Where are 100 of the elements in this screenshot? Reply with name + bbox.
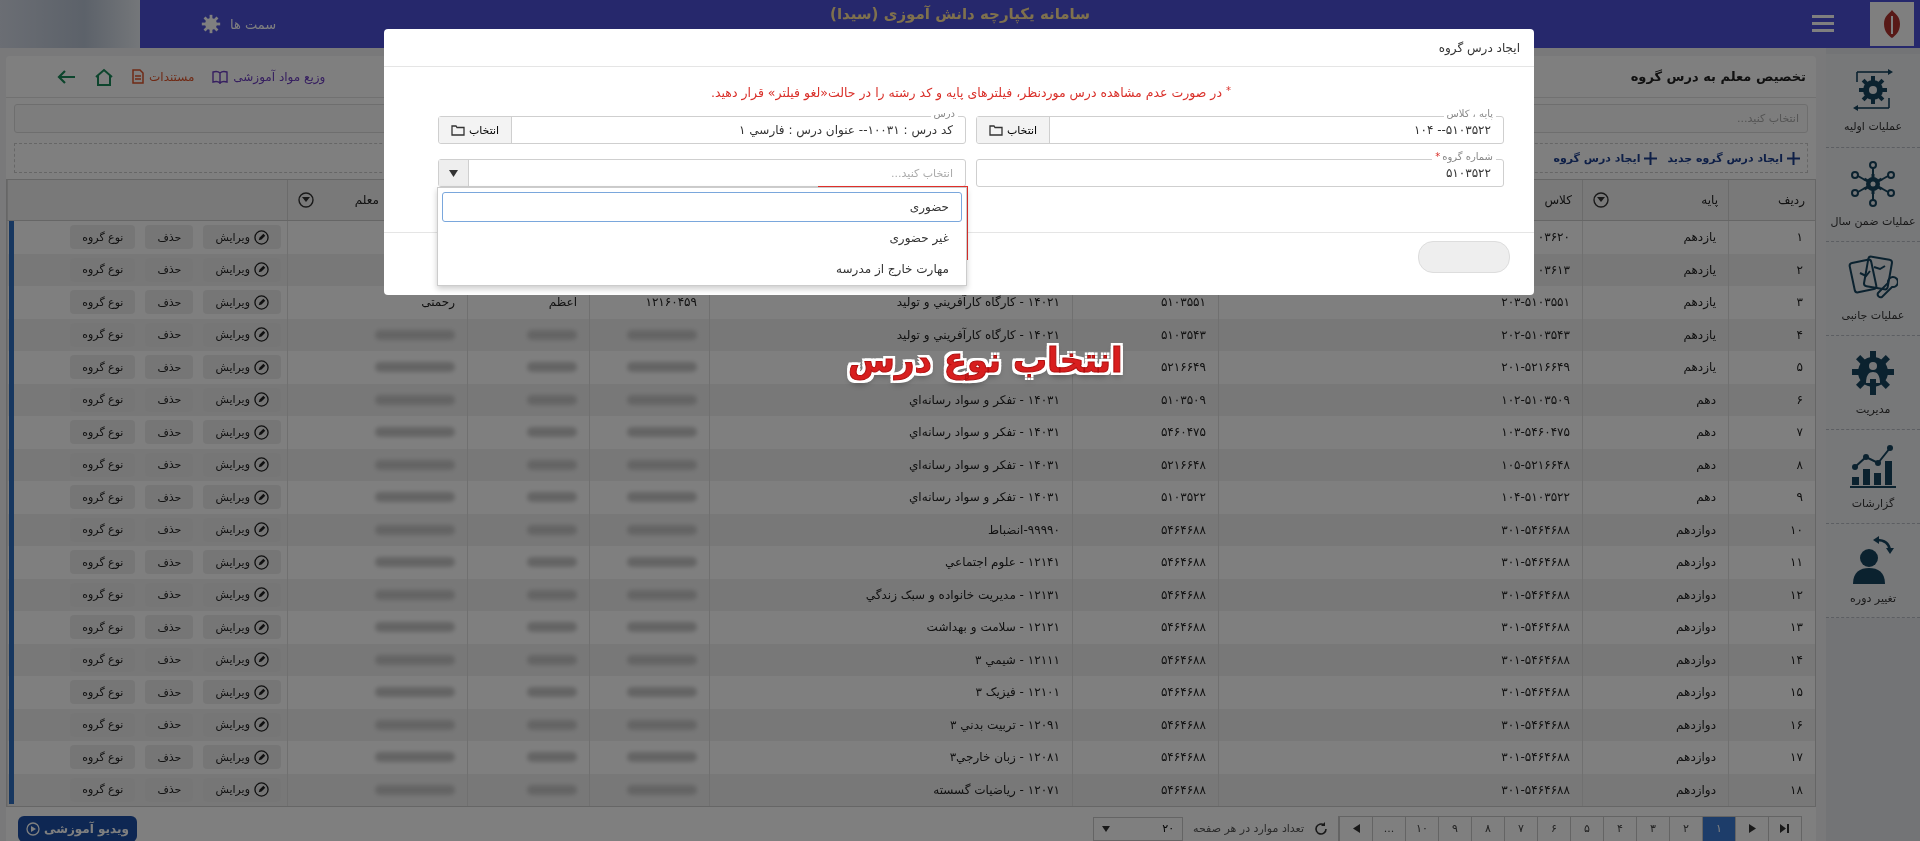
redacted-text — [627, 557, 697, 568]
table-cell: ۵۴۶۴۶۸۸ — [1072, 708, 1218, 741]
back-button[interactable] — [56, 68, 76, 85]
edit-icon — [254, 782, 269, 798]
dropdown-option[interactable]: حضوری — [442, 192, 962, 222]
gear-icon — [200, 13, 222, 35]
row-action-button[interactable]: حذف — [145, 355, 194, 380]
table-cell: ۵۴۶۴۶۸۸ — [1072, 578, 1218, 611]
caret-icon — [449, 169, 458, 177]
toolbar-button[interactable]: ایجاد درس گروه — [1550, 151, 1661, 165]
choose-button[interactable]: انتخاب — [439, 117, 512, 143]
warning-text: در صورت عدم مشاهده درس موردنظر، فیلترهای پایه و کد رشته را در حالت«لغو فیلتر» قرار دهید. — [711, 85, 1222, 100]
table-cell: ۵۴۶۴۶۸۸ — [1072, 741, 1218, 774]
row-action-button[interactable]: ویرایش — [203, 745, 281, 770]
skip-end-icon — [1780, 824, 1790, 833]
row-action-button[interactable]: حذف — [145, 745, 194, 770]
row-action-button[interactable]: حذف — [145, 225, 194, 250]
table-cell: ۵ — [1728, 351, 1815, 384]
row-action-button[interactable]: ویرایش — [203, 550, 281, 575]
row-action-button[interactable]: حذف — [145, 615, 194, 640]
edit-icon — [254, 229, 269, 245]
row-action-button[interactable]: نوع گروه — [70, 355, 136, 380]
row-action-button[interactable]: نوع گروه — [70, 225, 136, 250]
row-action-button[interactable]: حذف — [145, 550, 194, 575]
page-button[interactable]: ۱ — [1702, 816, 1735, 841]
video-button[interactable]: ویدیو آموزشی — [18, 815, 138, 841]
sidebar-item[interactable]: تغییر دوره — [1826, 524, 1920, 618]
table-cell: ۳۰۱-۵۴۶۴۶۸۸ — [1218, 546, 1582, 579]
table-cell: دهم — [1582, 448, 1728, 481]
row-action-button[interactable]: ویرایش — [203, 290, 281, 315]
redacted-text — [527, 362, 577, 373]
sidebar-item[interactable]: گزارشات — [1826, 430, 1920, 524]
table-cell: يازدهم — [1582, 286, 1728, 319]
home-button[interactable] — [94, 67, 114, 86]
table-cell: يازدهم — [1582, 221, 1728, 254]
table-cell: ۵۴۶۴۶۸۸ — [1072, 676, 1218, 709]
table-cell: ۱۲۱۱۱ - شيمي ۳ — [709, 643, 1072, 676]
table-cell: ۱۰۳-۵۴۶۰۴۷۵ — [1218, 416, 1582, 449]
row-action-button[interactable]: نوع گروه — [70, 550, 136, 575]
bar-chart-icon — [1848, 443, 1898, 489]
redacted-text — [527, 752, 577, 763]
sidebar-item[interactable]: عملیات ضمن سال — [1826, 148, 1920, 242]
row-action-button[interactable]: حذف — [145, 485, 194, 510]
redacted-text — [527, 427, 577, 438]
table-cell: دوازدهم — [1582, 546, 1728, 579]
table-cell: ۹ — [1728, 481, 1815, 514]
table-cell: ۱۲۱۰۱ - فيزيک ۳ — [709, 676, 1072, 709]
row-action-button[interactable]: نوع گروه — [70, 680, 136, 705]
sidebar-item[interactable]: عملیات اولیه — [1826, 54, 1920, 148]
row-action-button[interactable]: ویرایش — [203, 355, 281, 380]
table-cell: ۲ — [1728, 253, 1815, 286]
edit-icon — [254, 717, 269, 733]
scrollbar-thumb[interactable] — [9, 221, 14, 804]
row-action-button[interactable]: ویرایش — [203, 225, 281, 250]
row-action-button[interactable]: ویرایش — [203, 615, 281, 640]
triangle-icon — [1352, 824, 1360, 833]
redacted-text — [627, 362, 697, 373]
roles-button[interactable]: سمت ها — [200, 13, 277, 35]
table-cell: ۱۳ — [1728, 611, 1815, 644]
choose-button[interactable]: انتخاب — [977, 117, 1050, 143]
row-action-button[interactable]: نوع گروه — [70, 485, 136, 510]
row-action-button[interactable]: نوع گروه — [70, 290, 136, 315]
table-cell: ۵۴۶۴۶۸۸ — [1072, 513, 1218, 546]
table-cell: دهم — [1582, 383, 1728, 416]
row-action-button[interactable]: نوع گروه — [70, 745, 136, 770]
app-title: سامانه یکپارچه دانش آموزی (سیدا) — [830, 5, 1090, 23]
table-cell: ۱۷ — [1728, 741, 1815, 774]
edit-icon — [254, 262, 269, 278]
row-action-button[interactable]: ویرایش — [203, 420, 281, 445]
table-cell: ۳۰۱-۵۴۶۴۶۸۸ — [1218, 611, 1582, 644]
refresh-icon — [1314, 821, 1328, 836]
table-cell: ۵۲۱۶۶۴۸ — [1072, 448, 1218, 481]
table-cell: ۵۱۰۳۵۲۲ — [1072, 481, 1218, 514]
sidebar-item[interactable]: عملیات جانبی — [1826, 242, 1920, 336]
table-cell: ۸ — [1728, 448, 1815, 481]
panel-link[interactable]: وزیع مواد آموزشی — [212, 69, 326, 84]
required-mark: * — [1225, 85, 1231, 96]
row-action-button[interactable]: حذف — [145, 680, 194, 705]
table-cell: ۳۰۱-۵۴۶۴۶۸۸ — [1218, 578, 1582, 611]
panel-link[interactable]: مستندات — [132, 69, 195, 84]
edit-icon — [254, 749, 269, 765]
dropdown-button[interactable] — [439, 160, 469, 186]
filter-icon — [298, 192, 314, 208]
select-field[interactable]: انتخاب کنید... — [438, 159, 966, 187]
redacted-text — [527, 492, 577, 503]
row-action-button[interactable]: ویرایش — [203, 680, 281, 705]
toolbar-button[interactable]: ایجاد درس گروه جدید — [1664, 151, 1803, 165]
row-action-button[interactable]: حذف — [145, 290, 194, 315]
triangle-icon — [1748, 824, 1756, 833]
page-size-select[interactable]: ۲۰ — [1093, 816, 1184, 841]
sidebar-item[interactable]: مدیریت — [1826, 336, 1920, 430]
table-cell: ۳۰۱-۵۴۶۴۶۸۸ — [1218, 741, 1582, 774]
row-action-button[interactable]: حذف — [145, 420, 194, 445]
row-action-button[interactable]: نوع گروه — [70, 615, 136, 640]
table-cell: ۵۴۶۴۶۸۸ — [1072, 643, 1218, 676]
row-action-button[interactable]: نوع گروه — [70, 420, 136, 445]
row-action-button[interactable]: ویرایش — [203, 485, 281, 510]
table-cell: ۳۰۱-۵۴۶۴۶۸۸ — [1218, 773, 1582, 806]
arrow-icon — [56, 68, 76, 85]
table-cell: ۵۱۰۳۵۰۹ — [1072, 383, 1218, 416]
